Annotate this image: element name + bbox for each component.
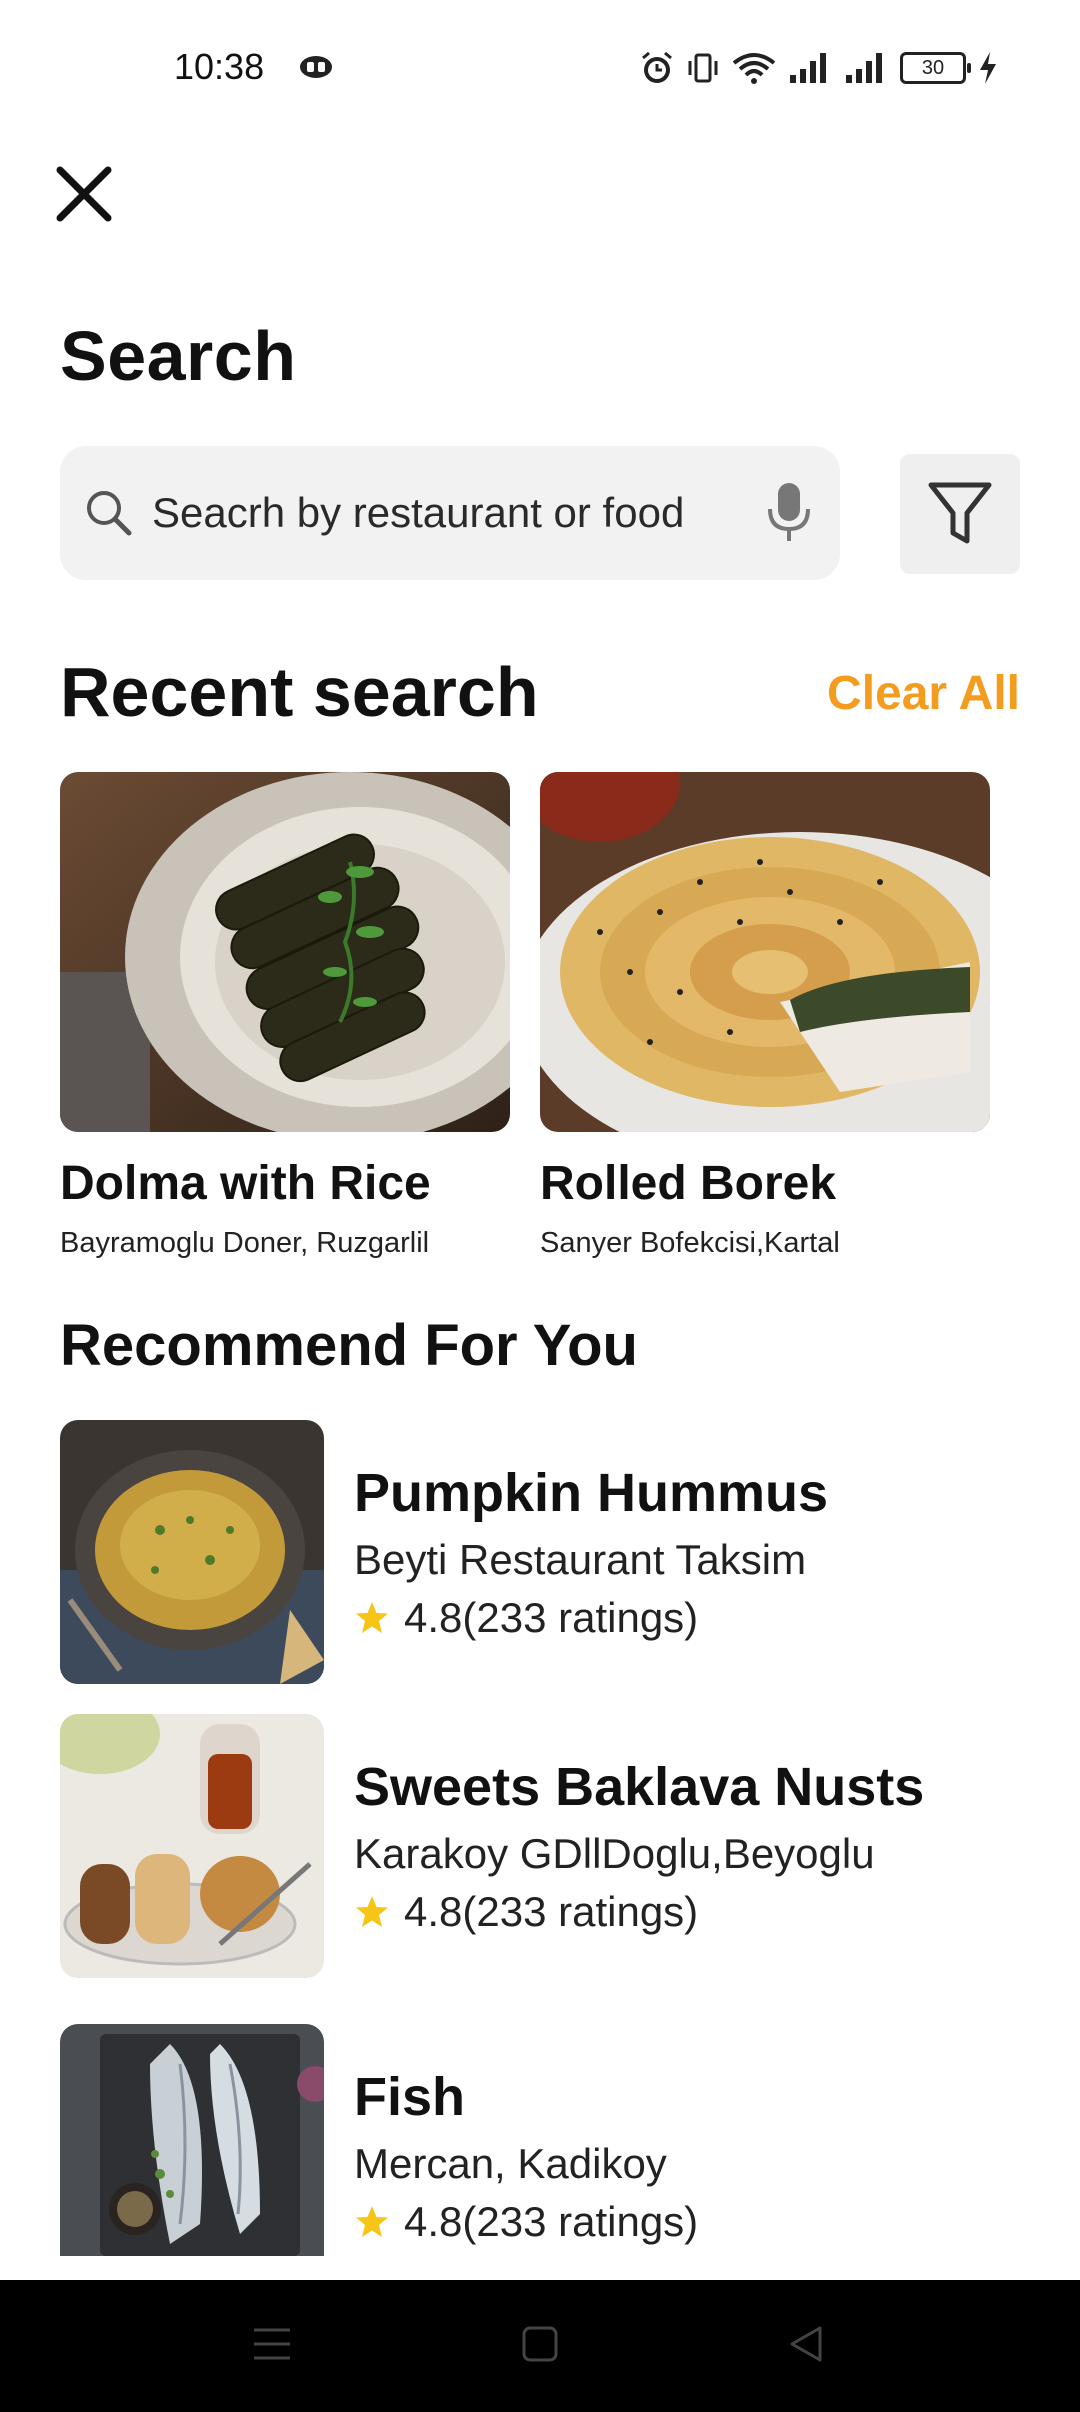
search-icon xyxy=(87,491,132,536)
filter-icon xyxy=(928,482,992,544)
rating: 4.8(233 ratings) xyxy=(354,2198,698,2246)
rating-text: 4.8(233 ratings) xyxy=(404,1594,699,1641)
notification-icon xyxy=(300,56,332,78)
recommend-item[interactable]: Pumpkin Hummus Beyti Restaurant Taksim 4… xyxy=(60,1420,1020,1684)
alarm-icon xyxy=(642,51,672,83)
battery-icon: 30 xyxy=(900,52,971,84)
recommend-item-place: Mercan, Kadikoy xyxy=(354,2140,667,2187)
dolma-image xyxy=(60,772,510,1132)
rating: 4.8(233 ratings) xyxy=(354,1888,698,1936)
status-icons: 30 xyxy=(640,48,998,88)
hummus-image xyxy=(60,1420,324,1684)
recommend-item[interactable]: Sweets Baklava Nusts Karakoy GDllDoglu,B… xyxy=(60,1714,1020,1978)
recommend-item-place: Beyti Restaurant Taksim xyxy=(354,1536,807,1583)
search-input[interactable] xyxy=(150,488,714,538)
borek-image xyxy=(540,772,990,1132)
fish-image xyxy=(60,2024,324,2256)
recommend-title: Recommend For You xyxy=(60,1313,638,1378)
search-box[interactable] xyxy=(60,446,840,580)
clear-all-button[interactable]: Clear All xyxy=(827,666,1020,721)
system-nav-bar xyxy=(0,2280,1080,2412)
baklava-image xyxy=(60,1714,324,1978)
recommend-item-name: Fish xyxy=(354,2067,466,2127)
vibrate-icon xyxy=(688,53,718,83)
rating-text: 4.8(233 ratings) xyxy=(404,1888,699,1935)
star-icon xyxy=(356,1602,388,1633)
recommend-item-name: Sweets Baklava Nusts xyxy=(354,1757,925,1817)
menu-icon[interactable] xyxy=(252,2324,292,2364)
filter-button[interactable] xyxy=(900,454,1020,574)
recent-search-title: Recent search xyxy=(60,653,539,731)
home-icon[interactable] xyxy=(520,2324,560,2364)
wifi-icon xyxy=(732,53,776,84)
rating: 4.8(233 ratings) xyxy=(354,1594,698,1642)
recent-item-place: Bayramoglu Doner, Ruzgarlil xyxy=(60,1227,430,1259)
close-icon[interactable] xyxy=(54,164,114,224)
star-icon xyxy=(356,1896,388,1927)
recent-item-place: Sanyer Bofekcisi,Kartal xyxy=(540,1227,840,1259)
status-time: 10:38 xyxy=(174,46,265,87)
recommend-item[interactable]: Fish Mercan, Kadikoy 4.8(233 ratings) xyxy=(60,2024,1020,2256)
recent-item[interactable]: Dolma with Rice Bayramoglu Doner, Ruzgar… xyxy=(60,772,510,1260)
recent-item-name: Rolled Borek xyxy=(540,1157,837,1210)
back-icon[interactable] xyxy=(786,2324,826,2364)
microphone-icon[interactable] xyxy=(764,481,814,545)
charging-icon xyxy=(980,52,996,84)
recommend-item-place: Karakoy GDllDoglu,Beyoglu xyxy=(354,1830,875,1877)
star-icon xyxy=(356,2206,388,2237)
page-title: Search xyxy=(60,317,297,395)
signal-icon xyxy=(790,53,826,83)
recommend-item-name: Pumpkin Hummus xyxy=(354,1463,829,1523)
recent-item-name: Dolma with Rice xyxy=(60,1157,431,1210)
recent-item[interactable]: Rolled Borek Sanyer Bofekcisi,Kartal xyxy=(540,772,990,1260)
rating-text: 4.8(233 ratings) xyxy=(404,2198,699,2245)
signal-icon xyxy=(846,53,882,83)
